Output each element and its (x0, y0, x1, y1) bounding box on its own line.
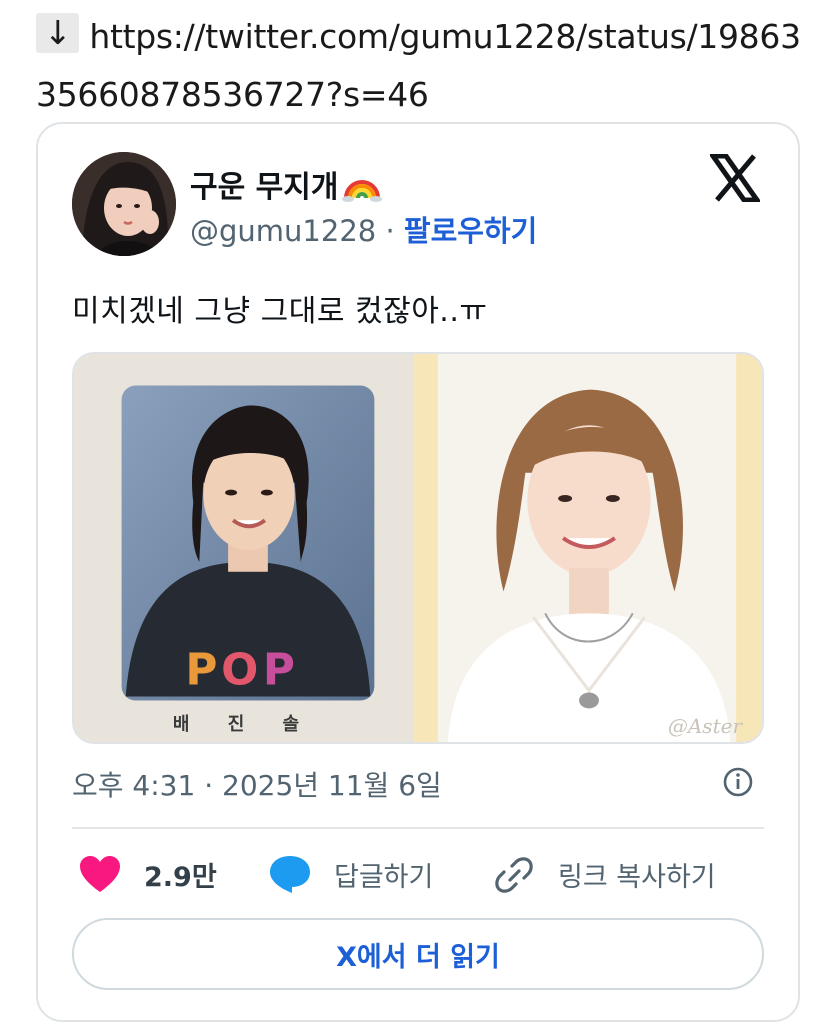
reply-button[interactable]: 답글하기 (268, 852, 433, 896)
svg-text:O: O (221, 645, 258, 696)
svg-text:P: P (185, 645, 217, 696)
yearbook-photo[interactable]: P O P 배 진 솔 (74, 354, 415, 742)
separator: · (376, 214, 404, 248)
heart-icon (80, 856, 120, 892)
photo-watermark: @Aster (667, 714, 742, 738)
profile-photo[interactable]: @Aster (414, 354, 762, 742)
photo-caption: 배 진 솔 (172, 714, 316, 735)
tweet-media[interactable]: P O P 배 진 솔 @Aster (72, 352, 764, 744)
like-button[interactable]: 2.9만 (78, 852, 217, 896)
copy-link-button[interactable]: 링크 복사하기 (492, 852, 716, 896)
avatar[interactable] (72, 152, 176, 256)
display-name-text[interactable]: 구운 무지개 (190, 170, 338, 205)
reply-label: 답글하기 (334, 861, 434, 893)
tweet-embed-card: 구운 무지개 @gumu1228 · 팔로우하기 미치겠네 그냥 그대로 컸잖아… (36, 122, 800, 1022)
shared-url-text[interactable]: https://twitter.com/gumu1228/status/1986… (36, 17, 801, 114)
action-bar: 2.9만 답글하기 링크 복사하기 (72, 852, 764, 896)
handle[interactable]: @gumu1228 (190, 214, 376, 248)
handle-row: @gumu1228 · 팔로우하기 (190, 208, 537, 250)
down-arrow-icon: ↓ (36, 13, 80, 53)
link-icon (495, 857, 533, 893)
read-more-on-x-button[interactable]: X에서 더 읽기 (72, 918, 764, 990)
like-count: 2.9만 (144, 861, 217, 893)
tweet-timestamp[interactable]: 오후 4:31 · 2025년 11월 6일 (72, 764, 442, 804)
speech-bubble-icon (270, 856, 310, 893)
divider (72, 827, 764, 829)
svg-text:P: P (263, 645, 295, 696)
rainbow-icon (342, 168, 383, 202)
copy-link-label: 링크 복사하기 (558, 861, 716, 893)
shared-url-line[interactable]: ↓ https://twitter.com/gumu1228/status/198… (36, 8, 816, 124)
tweet-text: 미치겠네 그냥 그대로 컸잖아..ㅠ (72, 294, 488, 329)
x-logo-icon[interactable] (710, 154, 760, 202)
display-name[interactable]: 구운 무지개 (190, 162, 383, 206)
info-icon[interactable] (722, 766, 754, 798)
follow-button[interactable]: 팔로우하기 (404, 214, 537, 248)
